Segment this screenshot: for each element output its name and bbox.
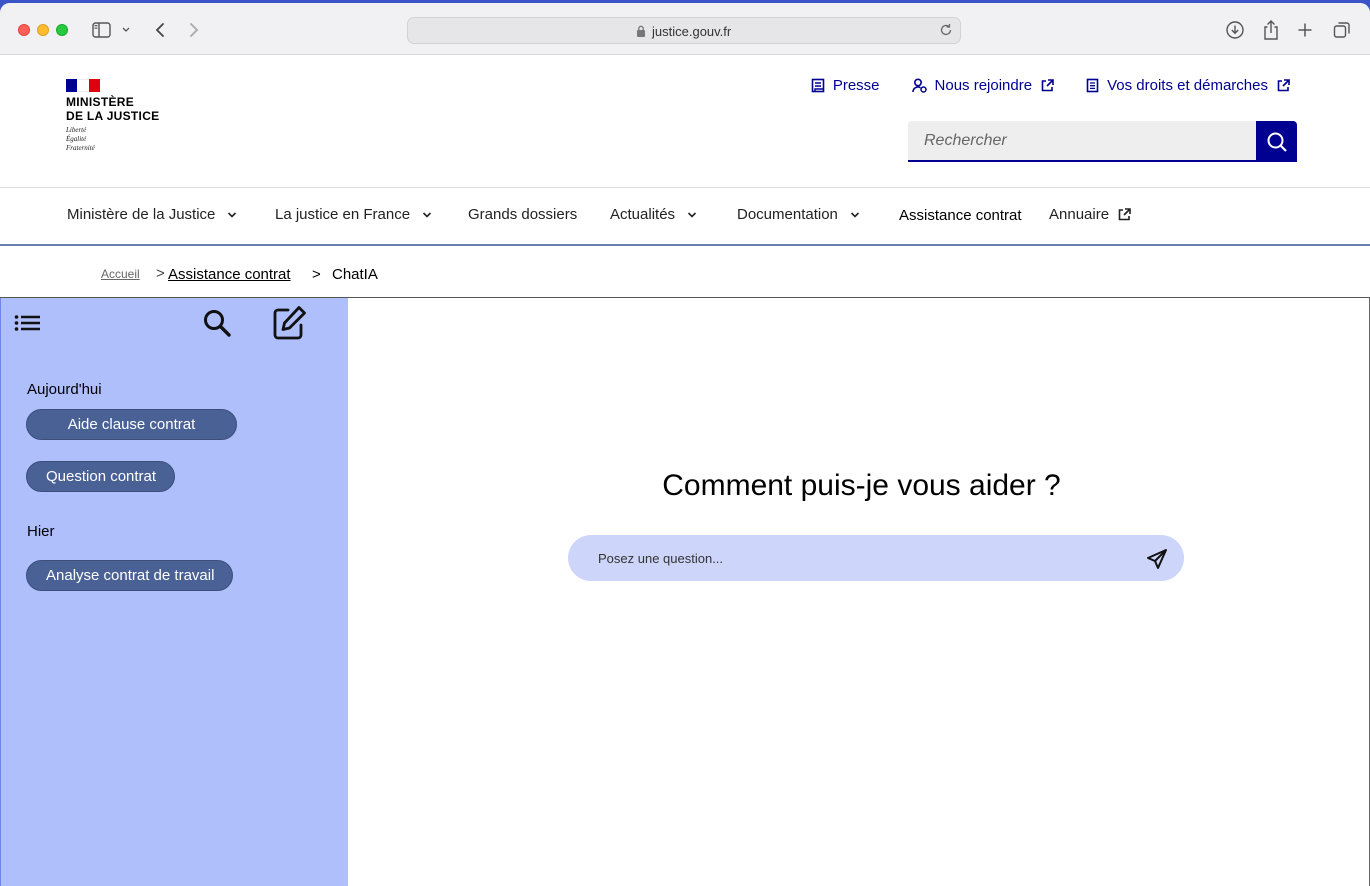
downloads-icon[interactable] xyxy=(1224,19,1246,41)
french-flag-icon xyxy=(66,79,100,92)
presse-link[interactable]: Presse xyxy=(811,75,880,95)
question-input[interactable] xyxy=(598,535,1138,581)
lock-icon xyxy=(637,25,645,37)
back-icon[interactable] xyxy=(152,19,168,41)
breadcrumb-home[interactable]: Accueil xyxy=(101,267,140,281)
motto-egalite: Égalité xyxy=(66,135,87,143)
newspaper-icon xyxy=(811,78,825,92)
chevron-down-icon xyxy=(687,211,697,218)
minimize-window-button[interactable] xyxy=(37,24,49,36)
nav-actualites-label: Actualités xyxy=(610,206,676,223)
nav-assistance-contrat-label: Assistance contrat xyxy=(899,207,1022,224)
ministry-logo[interactable]: MINISTÈRE DE LA JUSTICE Liberté Égalité … xyxy=(66,79,159,153)
new-chat-icon[interactable] xyxy=(271,305,307,341)
history-item[interactable]: Analyse contrat de travail xyxy=(26,560,234,591)
nav-assistance-contrat[interactable]: Assistance contrat xyxy=(899,207,1022,224)
header-quick-links: Presse Nous rejoindre Vos droits et déma… xyxy=(779,75,1290,95)
logo-line-2: DE LA JUSTICE xyxy=(66,109,160,123)
presse-label: Presse xyxy=(832,76,880,94)
chevron-down-icon xyxy=(228,211,237,218)
document-icon xyxy=(1086,78,1099,92)
new-tab-icon[interactable] xyxy=(1295,19,1315,41)
search-button[interactable] xyxy=(1256,121,1297,162)
nav-documentation-label: Documentation xyxy=(737,206,838,223)
nav-grands-dossiers[interactable]: Grands dossiers xyxy=(468,206,577,223)
chat-headline: Comment puis-je vous aider ? xyxy=(662,469,1061,502)
breadcrumb-current: ChatIA xyxy=(332,266,378,283)
breadcrumb-separator: > xyxy=(312,266,321,283)
vos-droits-link[interactable]: Vos droits et démarches xyxy=(1086,75,1290,95)
forward-icon[interactable] xyxy=(186,19,202,41)
external-link-icon xyxy=(1041,78,1054,91)
reload-icon[interactable] xyxy=(938,22,954,38)
chat-main-area: Comment puis-je vous aider ? xyxy=(348,298,1370,886)
logo-motto: Liberté Égalité Fraternité xyxy=(66,126,159,153)
search-input[interactable] xyxy=(908,121,1256,162)
breadcrumb-separator: > xyxy=(156,265,165,282)
share-icon[interactable] xyxy=(1260,19,1282,41)
section-today-label: Aujourd'hui xyxy=(27,381,102,398)
nav-annuaire-label: Annuaire xyxy=(1049,206,1110,223)
search-icon[interactable] xyxy=(201,307,233,339)
zoom-window-button[interactable] xyxy=(56,24,68,36)
nav-grands-dossiers-label: Grands dossiers xyxy=(468,206,578,223)
nav-ministere-label: Ministère de la Justice xyxy=(67,206,216,223)
list-menu-icon[interactable] xyxy=(14,313,42,333)
chevron-down-icon xyxy=(850,211,859,218)
nous-rejoindre-link[interactable]: Nous rejoindre xyxy=(911,75,1055,95)
address-bar[interactable]: justice.gouv.fr xyxy=(407,17,961,44)
breadcrumb: Accueil > Assistance contrat > ChatIA xyxy=(0,246,1370,298)
site-header: MINISTÈRE DE LA JUSTICE Liberté Égalité … xyxy=(0,55,1370,188)
nav-actualites[interactable]: Actualités xyxy=(610,206,697,223)
vos-droits-label: Vos droits et démarches xyxy=(1107,76,1268,94)
user-add-icon xyxy=(911,77,927,93)
tab-overview-icon[interactable] xyxy=(1331,19,1353,41)
history-item[interactable]: Question contrat xyxy=(26,461,176,492)
main-navigation: Ministère de la Justice La justice en Fr… xyxy=(0,188,1370,246)
send-icon[interactable] xyxy=(1146,548,1168,575)
sidebar-toggle-icon[interactable] xyxy=(92,19,132,41)
browser-window: justice.gouv.fr MINISTÈRE DE LA JUSTICE … xyxy=(0,3,1370,886)
external-link-icon xyxy=(1277,78,1290,91)
history-item[interactable]: Aide clause contrat xyxy=(26,409,237,440)
site-search xyxy=(908,121,1297,162)
nav-ministere[interactable]: Ministère de la Justice xyxy=(67,206,237,223)
external-link-icon xyxy=(1118,208,1131,221)
motto-fraternite: Fraternité xyxy=(66,144,95,152)
nav-annuaire[interactable]: Annuaire xyxy=(1049,206,1131,223)
browser-toolbar: justice.gouv.fr xyxy=(0,3,1370,55)
motto-liberte: Liberté xyxy=(66,126,87,134)
chevron-down-icon xyxy=(423,211,432,218)
nous-rejoindre-label: Nous rejoindre xyxy=(934,76,1033,94)
nav-justice-en-france-label: La justice en France xyxy=(275,206,411,223)
nav-justice-en-france[interactable]: La justice en France xyxy=(275,206,432,223)
breadcrumb-assistance-contrat[interactable]: Assistance contrat xyxy=(168,266,291,283)
search-icon xyxy=(1267,132,1287,152)
section-yesterday-label: Hier xyxy=(27,523,55,540)
url-text: justice.gouv.fr xyxy=(652,24,732,39)
nav-documentation[interactable]: Documentation xyxy=(737,206,860,223)
logo-line-1: MINISTÈRE xyxy=(66,95,135,109)
close-window-button[interactable] xyxy=(18,24,30,36)
question-box xyxy=(568,535,1184,581)
chat-history-sidebar: Aujourd'hui Aide clause contrat Question… xyxy=(0,298,348,886)
